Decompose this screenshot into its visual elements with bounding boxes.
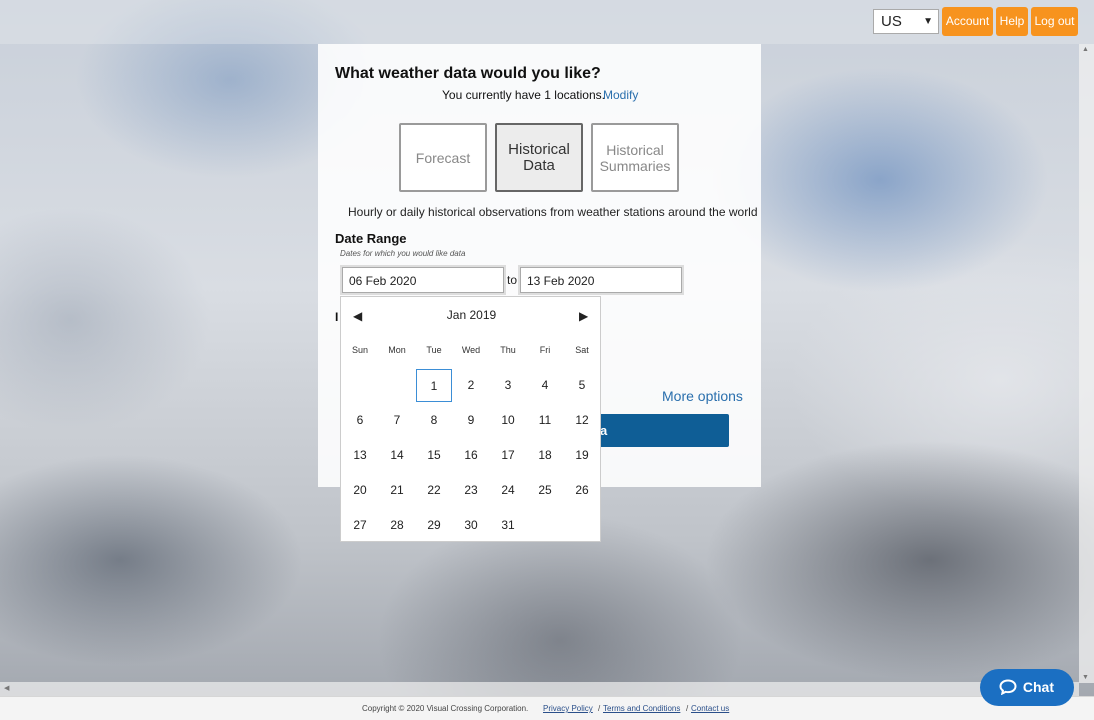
calendar-day[interactable]: 27 <box>342 509 378 542</box>
calendar-day[interactable]: 26 <box>564 474 600 507</box>
calendar-day[interactable]: 11 <box>527 404 563 437</box>
calendar-day[interactable]: 28 <box>379 509 415 542</box>
calendar-day[interactable]: 24 <box>490 474 526 507</box>
country-select[interactable]: US ▼ <box>873 9 939 34</box>
account-button[interactable]: Account <box>942 7 993 36</box>
data-type-description: Hourly or daily historical observations … <box>348 205 758 219</box>
date-picker: ◀ Jan 2019 ▶ Sun Mon Tue Wed Thu Fri Sat 1 2 3 4 5 6… <box>340 296 601 542</box>
weekday-header: Tue <box>426 345 442 355</box>
calendar-day[interactable]: 22 <box>416 474 452 507</box>
chevron-down-icon: ▼ <box>923 16 933 27</box>
calendar-day[interactable]: 12 <box>564 404 600 437</box>
country-value: US <box>881 13 902 30</box>
date-range-hint: Dates for which you would like data <box>340 249 466 258</box>
contact-us-link[interactable]: Contact us <box>691 704 729 713</box>
weekday-header: Mon <box>388 345 406 355</box>
chat-bubble-icon <box>999 679 1017 695</box>
calendar-day[interactable]: 16 <box>453 439 489 472</box>
horizontal-scrollbar[interactable]: ◀ <box>0 682 1079 696</box>
weekday-header: Thu <box>500 345 516 355</box>
to-label: to <box>507 273 518 287</box>
scroll-up-icon[interactable]: ▲ <box>1082 46 1089 53</box>
calendar-day[interactable]: 7 <box>379 404 415 437</box>
calendar-day[interactable]: 25 <box>527 474 563 507</box>
chat-button[interactable]: Chat <box>980 669 1074 706</box>
weekday-header: Fri <box>539 345 551 355</box>
help-button[interactable]: Help <box>996 7 1028 36</box>
footer-separator: / <box>598 704 601 713</box>
calendar-day[interactable]: 6 <box>342 404 378 437</box>
calendar-day[interactable]: 10 <box>490 404 526 437</box>
calendar-day[interactable]: 14 <box>379 439 415 472</box>
calendar-day[interactable]: 5 <box>564 369 600 402</box>
calendar-day[interactable]: 3 <box>490 369 526 402</box>
calendar-day[interactable]: 17 <box>490 439 526 472</box>
copyright-text: Copyright © 2020 Visual Crossing Corpora… <box>362 704 529 713</box>
calendar-day[interactable]: 20 <box>342 474 378 507</box>
logout-button[interactable]: Log out <box>1031 7 1078 36</box>
next-month-icon[interactable]: ▶ <box>579 309 588 323</box>
calendar-day[interactable]: 4 <box>527 369 563 402</box>
calendar-day[interactable]: 1 <box>416 369 452 402</box>
more-options-link[interactable]: More options <box>662 388 743 404</box>
vertical-scrollbar[interactable]: ▲ ▼ <box>1079 44 1094 683</box>
scroll-left-icon[interactable]: ◀ <box>4 684 9 692</box>
terms-link[interactable]: Terms and Conditions <box>603 704 680 713</box>
calendar-day[interactable]: 15 <box>416 439 452 472</box>
weekday-header: Wed <box>461 345 481 355</box>
calendar-day[interactable]: 19 <box>564 439 600 472</box>
scroll-down-icon[interactable]: ▼ <box>1082 674 1089 681</box>
calendar-day[interactable]: 31 <box>490 509 526 542</box>
footer: Copyright © 2020 Visual Crossing Corpora… <box>0 696 1094 720</box>
calendar-day[interactable]: 23 <box>453 474 489 507</box>
calendar-day[interactable]: 13 <box>342 439 378 472</box>
chat-label: Chat <box>1022 679 1054 695</box>
top-bar: US ▼ Account Help Log out <box>0 0 1094 44</box>
calendar-day[interactable]: 9 <box>453 404 489 437</box>
calendar-day[interactable]: 8 <box>416 404 452 437</box>
calendar-day[interactable]: 30 <box>453 509 489 542</box>
calendar-day[interactable]: 21 <box>379 474 415 507</box>
privacy-policy-link[interactable]: Privacy Policy <box>543 704 593 713</box>
start-date-input[interactable]: 06 Feb 2020 <box>342 267 504 293</box>
calendar-month-label: Jan 2019 <box>446 308 497 322</box>
page-title: What weather data would you like? <box>335 65 601 82</box>
weekday-header: Sun <box>351 345 368 355</box>
calendar-day[interactable]: 29 <box>416 509 452 542</box>
weekday-header: Sat <box>575 345 589 355</box>
modify-locations-link[interactable]: Modify <box>603 88 638 102</box>
submit-button-label: a <box>600 423 608 438</box>
end-date-input[interactable]: 13 Feb 2020 <box>520 267 682 293</box>
historical-summaries-button[interactable]: Historical Summaries <box>591 123 679 192</box>
historical-data-button[interactable]: Historical Data <box>495 123 583 192</box>
locations-count-text: You currently have 1 locations. <box>442 88 605 102</box>
calendar-day[interactable]: 2 <box>453 369 489 402</box>
obscured-section-label: I <box>335 310 339 324</box>
date-range-label: Date Range <box>335 231 407 246</box>
forecast-button[interactable]: Forecast <box>399 123 487 192</box>
footer-separator: / <box>686 704 689 713</box>
calendar-day[interactable]: 18 <box>527 439 563 472</box>
